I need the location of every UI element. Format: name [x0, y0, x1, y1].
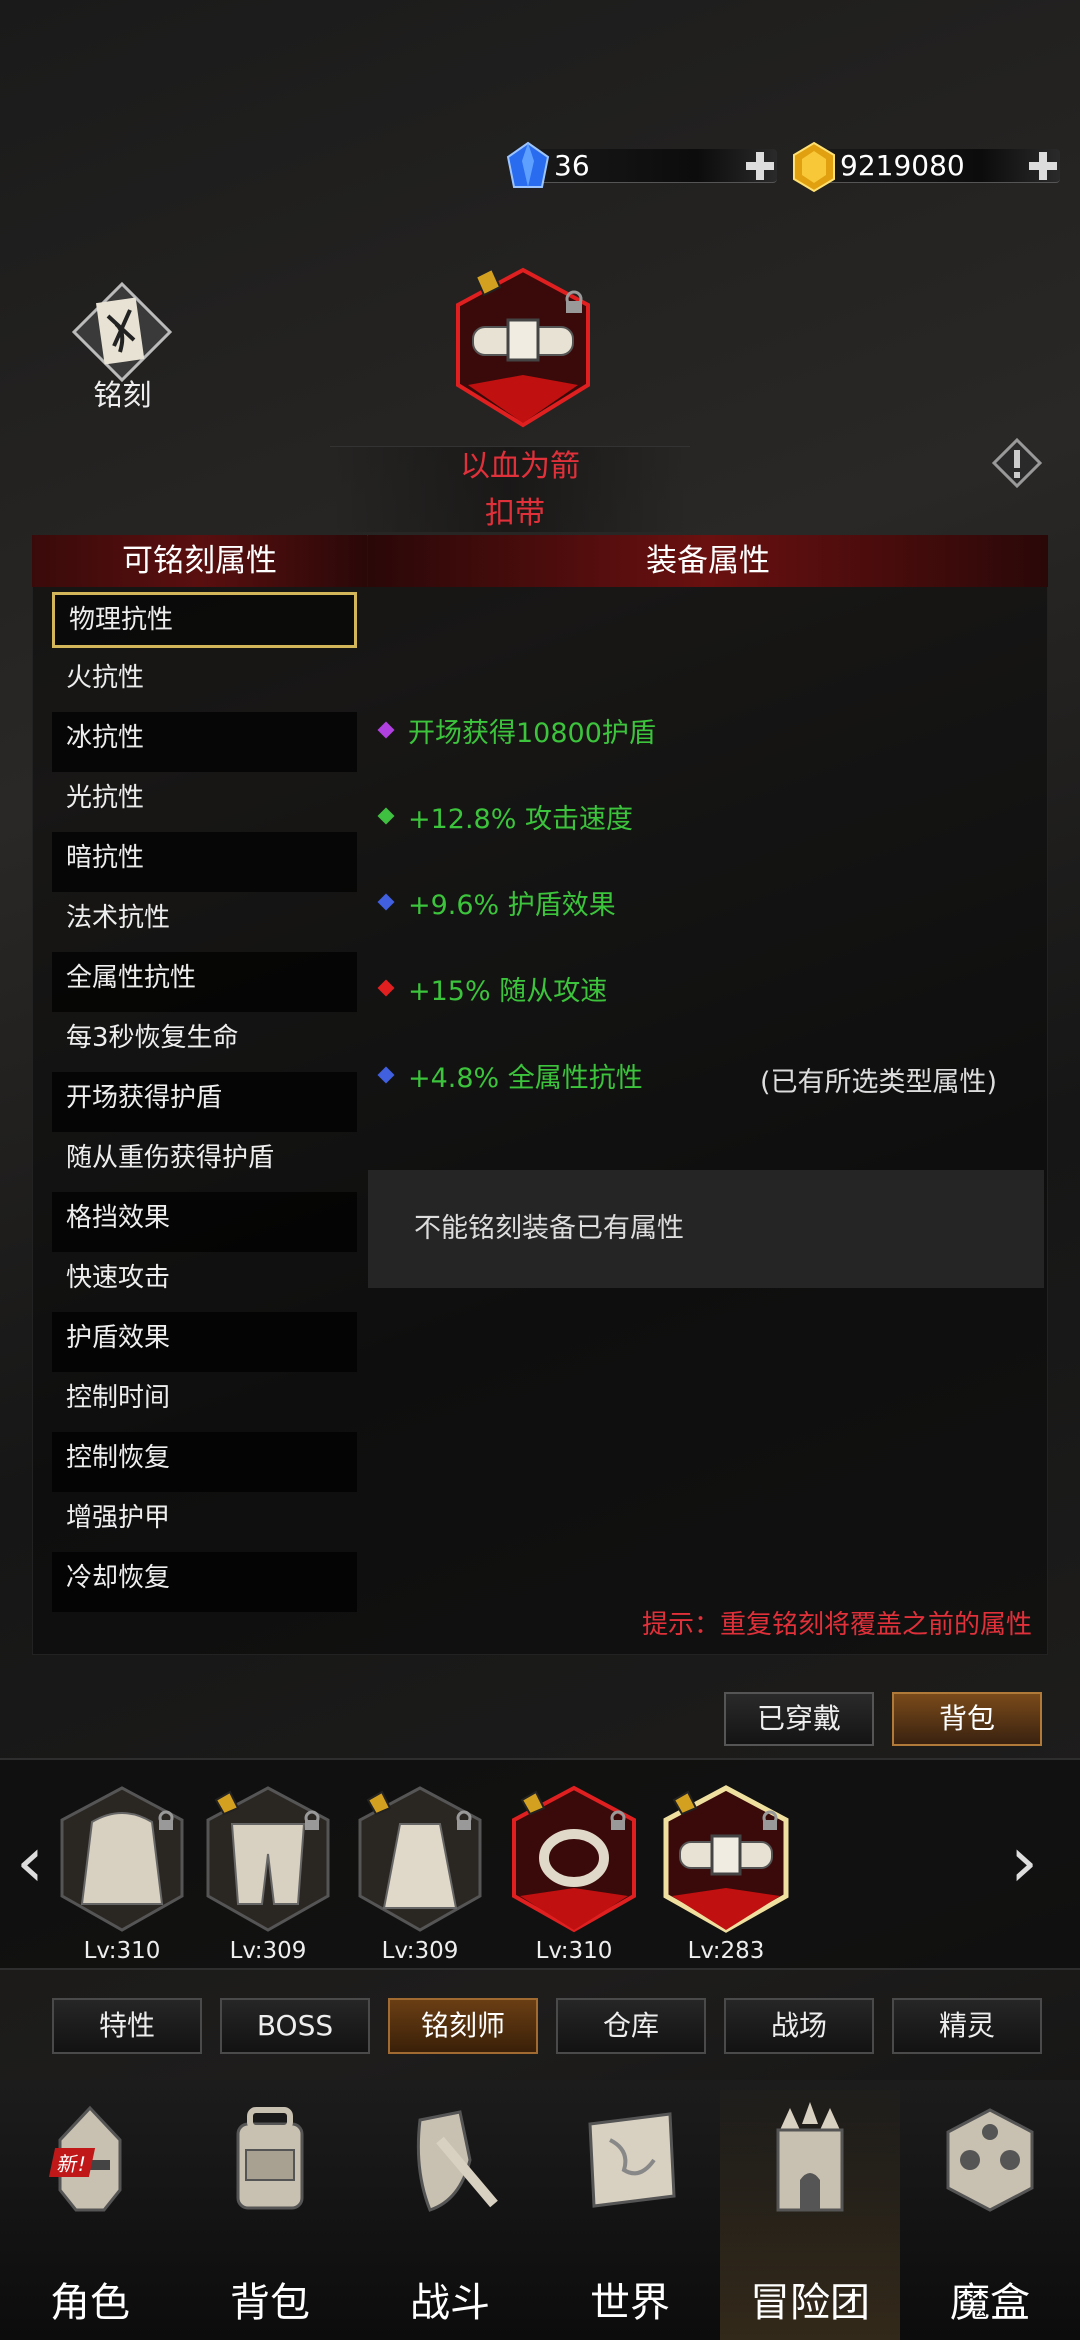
nav-label: 背包	[230, 2280, 310, 2326]
list-item[interactable]: 法术抗性	[52, 892, 357, 952]
item-type: 扣带	[485, 496, 545, 531]
tab-engraver[interactable]: 铭刻师	[388, 1998, 538, 2054]
add-gold-icon[interactable]	[1026, 149, 1060, 183]
nav-label: 战斗	[410, 2280, 490, 2326]
equip-level: Lv:310	[83, 1938, 161, 1964]
gold-count: 9219080	[840, 149, 965, 182]
list-item[interactable]: 增强护甲	[52, 1492, 357, 1552]
equip-level: Lv:309	[229, 1938, 307, 1964]
list-item[interactable]: 控制时间	[52, 1372, 357, 1432]
engravable-header: 可铭刻属性	[32, 535, 367, 587]
blue-gem-icon	[506, 141, 550, 188]
nav-label: 魔盒	[950, 2280, 1030, 2326]
backpack-icon	[236, 2107, 304, 2210]
tab-battlefield[interactable]: 战场	[724, 1998, 874, 2054]
tab-spirit[interactable]: 精灵	[892, 1998, 1042, 2054]
belt-icon[interactable]	[448, 265, 598, 430]
tab-boss[interactable]: BOSS	[220, 1998, 370, 2054]
equip-attr: +12.8% 攻击速度	[377, 796, 633, 836]
cloak-icon[interactable]	[52, 1784, 192, 1934]
green-diamond-icon	[377, 807, 395, 825]
attr-text: +4.8% 全属性抗性	[408, 1062, 643, 1094]
equip-level: Lv:309	[381, 1938, 459, 1964]
engrave-icon[interactable]	[70, 280, 175, 385]
list-item[interactable]: 控制恢复	[52, 1432, 357, 1492]
ring-icon[interactable]	[504, 1784, 644, 1934]
list-item[interactable]: 快速攻击	[52, 1252, 357, 1312]
worn-button[interactable]: 已穿戴	[724, 1692, 874, 1746]
nav-battle[interactable]: 战斗	[360, 2090, 540, 2340]
equip-level: Lv:310	[535, 1938, 613, 1964]
purple-diamond-icon	[377, 721, 395, 739]
list-item[interactable]: 冰抗性	[52, 712, 357, 772]
castle-icon	[776, 2102, 844, 2212]
notice-box: 不能铭刻装备已有属性	[368, 1170, 1044, 1288]
engravable-list[interactable]: 物理抗性 火抗性 冰抗性 光抗性 暗抗性 法术抗性 全属性抗性 每3秒恢复生命 …	[52, 592, 357, 1627]
attr-text: +15% 随从攻速	[408, 975, 608, 1007]
list-item[interactable]: 物理抗性	[52, 592, 357, 648]
engrave-label: 铭刻	[93, 378, 152, 412]
gold-counter: 9219080	[793, 141, 1060, 193]
equip-attr: +15% 随从攻速	[377, 968, 608, 1008]
list-item[interactable]: 全属性抗性	[52, 952, 357, 1012]
attr-text: +9.6% 护盾效果	[408, 889, 616, 921]
nav-label: 角色	[50, 2280, 130, 2326]
list-item[interactable]: 格挡效果	[52, 1192, 357, 1252]
blue-diamond-icon	[377, 1066, 395, 1084]
tab-warehouse[interactable]: 仓库	[556, 1998, 706, 2054]
nav-world[interactable]: 世界	[540, 2090, 720, 2340]
list-item[interactable]: 随从重伤获得护盾	[52, 1132, 357, 1192]
red-diamond-icon	[377, 979, 395, 997]
info-icon[interactable]	[992, 438, 1042, 488]
chevron-right-icon[interactable]: ›	[1010, 1826, 1060, 1898]
cube-icon	[946, 2108, 1034, 2212]
equip-level: Lv:283	[687, 1938, 765, 1964]
list-item[interactable]: 火抗性	[52, 652, 357, 712]
equip-attr: +4.8% 全属性抗性	[377, 1055, 643, 1095]
list-item[interactable]: 开场获得护盾	[52, 1072, 357, 1132]
nav-magic-box[interactable]: 魔盒	[900, 2090, 1080, 2340]
bag-button[interactable]: 背包	[892, 1692, 1042, 1746]
list-item[interactable]: 光抗性	[52, 772, 357, 832]
pants-icon[interactable]	[198, 1784, 338, 1934]
robe-icon[interactable]	[350, 1784, 490, 1934]
equip-attr: +9.6% 护盾效果	[377, 882, 616, 922]
list-item[interactable]: 暗抗性	[52, 832, 357, 892]
blue-diamond-icon	[377, 893, 395, 911]
attr-text: +12.8% 攻击速度	[408, 803, 633, 835]
item-name: 以血为箭	[460, 449, 580, 484]
equip-attr-header: 装备属性	[368, 535, 1048, 587]
list-item[interactable]: 护盾效果	[52, 1312, 357, 1372]
nav-character[interactable]: 新! 角色	[0, 2090, 180, 2340]
tip-text: 提示：重复铭刻将覆盖之前的属性	[641, 1610, 1032, 1640]
equip-attr: 开场获得10800护盾	[377, 710, 656, 750]
sword-shield-icon	[416, 2110, 498, 2212]
nav-backpack[interactable]: 背包	[180, 2090, 360, 2340]
gem-counter: 36	[506, 141, 777, 188]
nav-adventure-team[interactable]: 冒险团	[720, 2090, 900, 2340]
nav-label: 冒险团	[750, 2280, 870, 2326]
tab-traits[interactable]: 特性	[52, 1998, 202, 2054]
gem-count: 36	[554, 149, 590, 182]
attr-note: (已有所选类型属性)	[760, 1067, 998, 1098]
new-badge: 新!	[48, 2148, 96, 2177]
gold-gem-icon	[793, 141, 835, 193]
nav-label: 世界	[590, 2280, 670, 2326]
add-gems-icon[interactable]	[743, 149, 777, 183]
attr-text: 开场获得10800护盾	[408, 717, 656, 749]
list-item[interactable]: 每3秒恢复生命	[52, 1012, 357, 1072]
map-scroll-icon	[588, 2112, 676, 2208]
list-item[interactable]: 冷却恢复	[52, 1552, 357, 1612]
belt-icon[interactable]	[656, 1784, 796, 1934]
